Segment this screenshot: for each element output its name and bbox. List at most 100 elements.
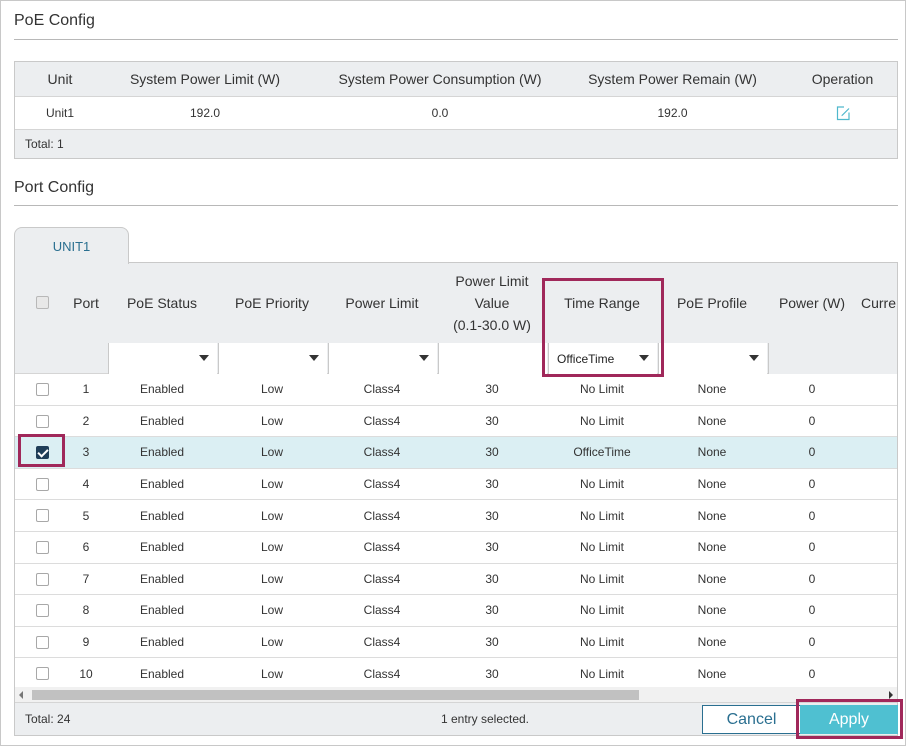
col-system-power-limit: System Power Limit (W) — [129, 71, 281, 87]
poe-status-cell: Enabled — [139, 445, 185, 460]
horizontal-scrollbar[interactable] — [15, 687, 897, 702]
row-checkbox[interactable] — [36, 477, 49, 491]
col-time-range: Time Range — [564, 295, 640, 311]
power-limit-cell: Class4 — [363, 540, 401, 555]
row-checkbox[interactable] — [36, 541, 49, 554]
power-limit-value-cell: 30 — [485, 635, 499, 650]
power-cell: 0 — [808, 508, 816, 523]
poe-profile-cell: None — [697, 603, 727, 618]
power-limit-filter[interactable] — [328, 343, 437, 374]
col-power: Power (W) — [778, 295, 846, 311]
power-limit-cell: Class4 — [363, 445, 401, 460]
table-row[interactable]: 8 Enabled Low Class4 30 No Limit None 0 — [15, 595, 897, 627]
power-limit-value-cell: 30 — [485, 477, 499, 492]
col-power-limit-value: Power Limit Value (0.1-30.0 W) — [439, 263, 545, 343]
poe-status-cell: Enabled — [139, 477, 185, 492]
time-range-cell: No Limit — [579, 540, 624, 555]
col-poe-profile: PoE Profile — [676, 295, 748, 311]
poe-status-cell: Enabled — [139, 635, 185, 650]
section-divider — [14, 205, 898, 206]
col-power-limit-value-line2: Value — [474, 295, 510, 311]
table-row[interactable]: 3 Enabled Low Class4 30 OfficeTime None 0 — [15, 437, 897, 469]
poe-status-cell: Enabled — [139, 413, 185, 428]
time-range-filter[interactable]: OfficeTime — [548, 343, 657, 374]
apply-button[interactable]: Apply — [800, 705, 898, 734]
poe-profile-cell: None — [697, 445, 727, 460]
power-cell: 0 — [808, 382, 816, 397]
row-checkbox[interactable] — [36, 383, 49, 396]
poe-priority-cell: Low — [260, 540, 283, 555]
section-divider — [14, 39, 898, 40]
poe-priority-cell: Low — [260, 477, 283, 492]
chevron-down-icon — [749, 355, 759, 361]
table-row[interactable]: 7 Enabled Low Class4 30 No Limit None 0 — [15, 563, 897, 596]
poe-profile-cell: None — [697, 413, 727, 428]
port-cell: 5 — [82, 508, 90, 523]
col-port: Port — [73, 295, 99, 311]
port-config-table: Port PoE Status PoE Priority Power Limit… — [14, 262, 898, 736]
time-range-cell: No Limit — [579, 635, 624, 650]
row-checkbox[interactable] — [36, 414, 49, 428]
power-limit-value-cell: 30 — [485, 445, 499, 460]
row-checkbox[interactable] — [36, 604, 49, 618]
poe-config-table: Unit System Power Limit (W) System Power… — [14, 61, 898, 159]
poe-priority-filter[interactable] — [218, 343, 327, 374]
row-checkbox[interactable] — [36, 446, 49, 460]
col-poe-priority: PoE Priority — [235, 295, 309, 311]
poe-priority-cell: Low — [260, 382, 283, 397]
poe-profile-cell: None — [697, 571, 727, 586]
tab-unit1[interactable]: UNIT1 — [14, 227, 129, 264]
poe-status-cell: Enabled — [139, 382, 185, 397]
power-limit-cell: Class4 — [363, 666, 401, 681]
table-row[interactable]: 9 Enabled Low Class4 30 No Limit None 0 — [15, 626, 897, 659]
poe-status-filter[interactable] — [108, 343, 217, 374]
row-checkbox[interactable] — [36, 635, 49, 649]
table-row[interactable]: 4 Enabled Low Class4 30 No Limit None 0 — [15, 468, 897, 501]
power-limit-cell: Class4 — [363, 571, 401, 586]
power-limit-cell: Class4 — [363, 635, 401, 650]
poe-profile-cell: None — [697, 540, 727, 555]
table-row[interactable]: 2 Enabled Low Class4 30 No Limit None 0 — [15, 405, 897, 438]
power-cell: 0 — [808, 477, 816, 492]
power-cell: 0 — [808, 413, 816, 428]
row-checkbox[interactable] — [36, 509, 49, 523]
col-current: Curre — [861, 295, 897, 311]
power-limit-cell: Class4 — [363, 508, 401, 523]
time-range-cell: No Limit — [579, 382, 624, 397]
table-row[interactable]: 10 Enabled Low Class4 30 No Limit None 0 — [15, 658, 897, 690]
select-all-checkbox[interactable] — [36, 296, 49, 309]
chevron-down-icon — [199, 355, 209, 361]
power-limit-value-cell: 30 — [485, 540, 499, 555]
edit-button[interactable] — [795, 97, 890, 129]
poe-status-cell: Enabled — [139, 540, 185, 555]
poe-profile-filter[interactable] — [658, 343, 767, 374]
edit-icon[interactable] — [835, 105, 851, 121]
power-limit-cell: Class4 — [363, 477, 401, 492]
time-range-cell: No Limit — [579, 666, 624, 681]
table-row[interactable]: 5 Enabled Low Class4 30 No Limit None 0 — [15, 500, 897, 532]
poe-status-cell: Enabled — [139, 666, 185, 681]
scrollbar-thumb[interactable] — [32, 690, 639, 700]
consumption-cell: 0.0 — [431, 106, 449, 120]
poe-profile-cell: None — [697, 635, 727, 650]
scroll-left-icon[interactable] — [19, 691, 23, 699]
time-range-cell: No Limit — [579, 413, 624, 428]
power-limit-cell: Class4 — [363, 603, 401, 618]
cancel-button[interactable]: Cancel — [702, 705, 801, 734]
power-cell: 0 — [808, 445, 816, 460]
table-row[interactable]: 1 Enabled Low Class4 30 No Limit None 0 — [15, 374, 897, 406]
poe-priority-cell: Low — [260, 445, 283, 460]
time-range-filter-value: OfficeTime — [557, 351, 615, 366]
col-system-power-consumption: System Power Consumption (W) — [338, 71, 542, 87]
poe-profile-cell: None — [697, 666, 727, 681]
col-operation: Operation — [811, 71, 874, 87]
power-limit-value-cell: 30 — [485, 413, 499, 428]
poe-status-cell: Enabled — [139, 603, 185, 618]
row-checkbox[interactable] — [36, 667, 49, 681]
poe-status-cell: Enabled — [139, 571, 185, 586]
row-checkbox[interactable] — [36, 572, 49, 586]
power-cell: 0 — [808, 666, 816, 681]
table-row[interactable]: 6 Enabled Low Class4 30 No Limit None 0 — [15, 532, 897, 564]
power-limit-value-filter[interactable] — [438, 343, 547, 374]
scroll-right-icon[interactable] — [889, 691, 893, 699]
